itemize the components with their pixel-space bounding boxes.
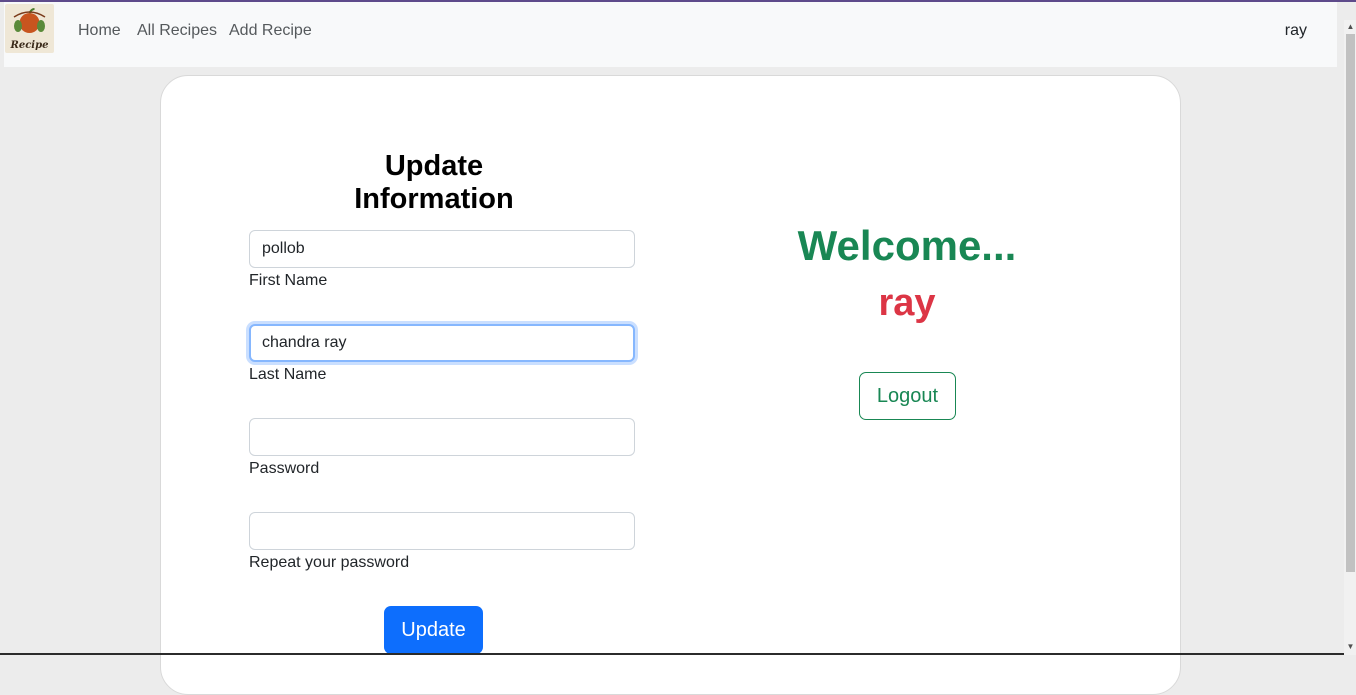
welcome-username: ray [878, 282, 936, 324]
logout-button[interactable]: Logout [859, 372, 956, 420]
password-group: Password [249, 418, 635, 478]
nav-link-add-recipe[interactable]: Add Recipe [229, 22, 312, 40]
last-name-label: Last Name [249, 366, 327, 383]
repeat-password-field[interactable] [249, 512, 635, 550]
password-label: Password [249, 460, 320, 477]
nav-link-all-recipes[interactable]: All Recipes [137, 22, 217, 40]
repeat-password-group: Repeat your password [249, 512, 635, 572]
first-name-group: First Name [249, 230, 635, 290]
repeat-password-label: Repeat your password [249, 554, 410, 571]
scroll-down-arrow-icon[interactable]: ▼ [1346, 642, 1355, 652]
password-field[interactable] [249, 418, 635, 456]
svg-text:Recipe: Recipe [10, 40, 49, 51]
first-name-field[interactable] [249, 230, 635, 268]
last-name-field[interactable] [249, 324, 635, 362]
scroll-up-arrow-icon[interactable]: ▲ [1346, 22, 1355, 32]
welcome-heading: Welcome... [797, 222, 1017, 269]
update-button[interactable]: Update [384, 606, 483, 654]
last-name-group: Last Name [249, 324, 635, 384]
page-title: Update Information [354, 150, 514, 215]
profile-card: Update Information First Name Last Name … [160, 75, 1181, 695]
scrollbar-thumb[interactable] [1346, 34, 1355, 572]
logo-image[interactable]: Recipe [5, 4, 54, 53]
nav-username[interactable]: ray [1285, 22, 1307, 40]
navbar: Recipe Home All Recipes Add Recipe ray [4, 2, 1337, 67]
first-name-label: First Name [249, 272, 328, 289]
nav-link-home[interactable]: Home [78, 22, 121, 40]
